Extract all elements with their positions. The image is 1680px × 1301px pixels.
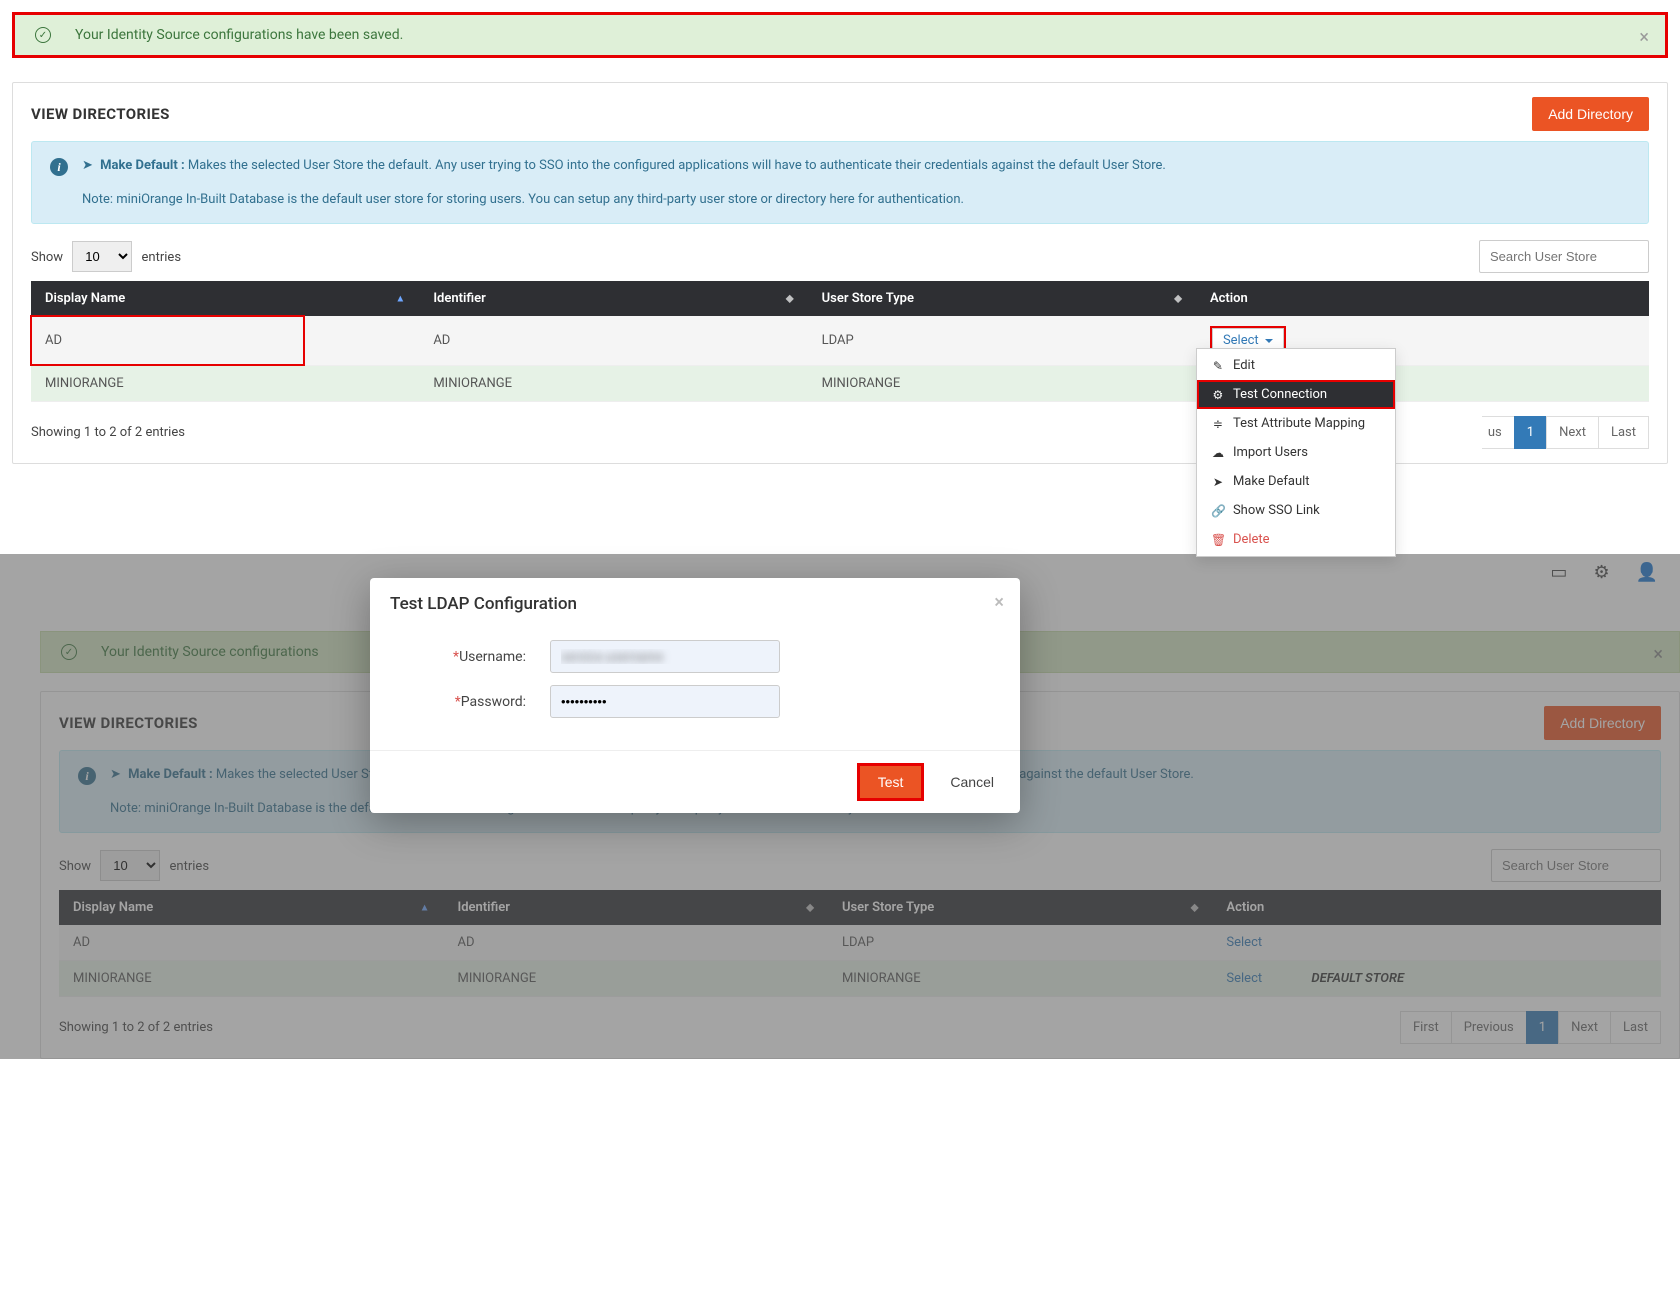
cell-user-store-type: MINIORANGE xyxy=(808,366,1196,402)
dropdown-import-users[interactable]: ☁ Import Users xyxy=(1197,438,1395,467)
sort-asc-icon: ▲ xyxy=(395,293,405,304)
username-label: *Username: xyxy=(400,649,550,665)
cursor-icon: ➤ xyxy=(1211,475,1225,489)
cancel-button[interactable]: Cancel xyxy=(944,773,1000,791)
action-dropdown: ✎ Edit ⚙ Test Connection ≑ Test Attribut… xyxy=(1196,348,1396,557)
password-label: *Password: xyxy=(400,694,550,710)
cursor-icon: ➤ xyxy=(82,158,93,173)
caret-down-icon xyxy=(1265,339,1273,343)
table-footer-info: Showing 1 to 2 of 2 entries xyxy=(31,425,185,440)
mapping-icon: ≑ xyxy=(1211,417,1225,431)
info-icon: i xyxy=(50,158,68,176)
dropdown-make-default[interactable]: ➤ Make Default xyxy=(1197,467,1395,496)
sort-icon: ◆ xyxy=(1174,293,1182,304)
cell-display-name: MINIORANGE xyxy=(31,366,419,402)
pager-last[interactable]: Last xyxy=(1598,416,1649,449)
username-field[interactable] xyxy=(550,640,780,673)
panel-title: VIEW DIRECTORIES xyxy=(31,105,170,123)
alert-close-icon[interactable]: × xyxy=(1639,27,1649,48)
dropdown-show-sso-link[interactable]: 🔗 Show SSO Link xyxy=(1197,496,1395,525)
link-icon: 🔗 xyxy=(1211,504,1225,518)
table-row: AD AD LDAP Select xyxy=(31,316,1649,366)
add-directory-button[interactable]: Add Directory xyxy=(1532,97,1649,131)
info-note: Note: miniOrange In-Built Database is th… xyxy=(82,190,1166,210)
entries-control: Show 10 entries xyxy=(31,241,181,272)
dropdown-delete[interactable]: 🗑 Delete xyxy=(1197,525,1395,554)
dropdown-test-attribute-mapping[interactable]: ≑ Test Attribute Mapping xyxy=(1197,409,1395,438)
alert-message: Your Identity Source configurations have… xyxy=(75,27,403,43)
dropdown-edit[interactable]: ✎ Edit xyxy=(1197,351,1395,380)
modal-screenshot: ▭ ⚙ 👤 ✓ Your Identity Source configurati… xyxy=(0,554,1680,1059)
dropdown-test-connection[interactable]: ⚙ Test Connection xyxy=(1197,380,1395,409)
cell-identifier: AD xyxy=(419,316,807,366)
col-display-name[interactable]: Display Name ▲ xyxy=(31,281,419,316)
entries-label: entries xyxy=(142,250,182,265)
pager: us 1 Next Last xyxy=(1483,416,1649,449)
search-input[interactable] xyxy=(1479,240,1649,273)
sort-icon: ◆ xyxy=(786,293,794,304)
cell-user-store-type: LDAP xyxy=(808,316,1196,366)
modal-title: Test LDAP Configuration xyxy=(390,594,577,614)
entries-select[interactable]: 10 xyxy=(72,241,132,272)
directories-panel: VIEW DIRECTORIES Add Directory i ➤ Make … xyxy=(12,82,1668,464)
test-button[interactable]: Test xyxy=(860,766,922,798)
show-label: Show xyxy=(31,250,63,265)
trash-icon: 🗑 xyxy=(1211,533,1225,547)
cloud-upload-icon: ☁ xyxy=(1211,446,1225,460)
cell-identifier: MINIORANGE xyxy=(419,366,807,402)
col-identifier[interactable]: Identifier ◆ xyxy=(419,281,807,316)
check-icon: ✓ xyxy=(35,27,51,43)
edit-icon: ✎ xyxy=(1211,359,1225,373)
col-user-store-type[interactable]: User Store Type ◆ xyxy=(808,281,1196,316)
info-make-default-text: Makes the selected User Store the defaul… xyxy=(188,158,1166,173)
col-action: Action xyxy=(1196,281,1649,316)
gears-icon: ⚙ xyxy=(1211,388,1225,402)
modal-close-icon[interactable]: × xyxy=(994,592,1004,613)
pager-next[interactable]: Next xyxy=(1546,416,1599,449)
cell-action: Select ✎ Edit xyxy=(1196,316,1649,366)
pager-page-1[interactable]: 1 xyxy=(1514,416,1547,449)
pager-prev-partial[interactable]: us xyxy=(1482,416,1515,449)
cell-display-name: AD xyxy=(31,316,419,366)
table-row: MINIORANGE MINIORANGE MINIORANGE xyxy=(31,366,1649,402)
info-box: i ➤ Make Default : Makes the selected Us… xyxy=(31,141,1649,224)
alert-success: ✓ Your Identity Source configurations ha… xyxy=(12,12,1668,58)
test-ldap-modal: Test LDAP Configuration × *Username: *Pa… xyxy=(370,578,1020,813)
password-field[interactable] xyxy=(550,685,780,718)
directories-table: Display Name ▲ Identifier ◆ User Store T… xyxy=(31,281,1649,402)
info-make-default-label: Make Default : xyxy=(100,158,185,173)
